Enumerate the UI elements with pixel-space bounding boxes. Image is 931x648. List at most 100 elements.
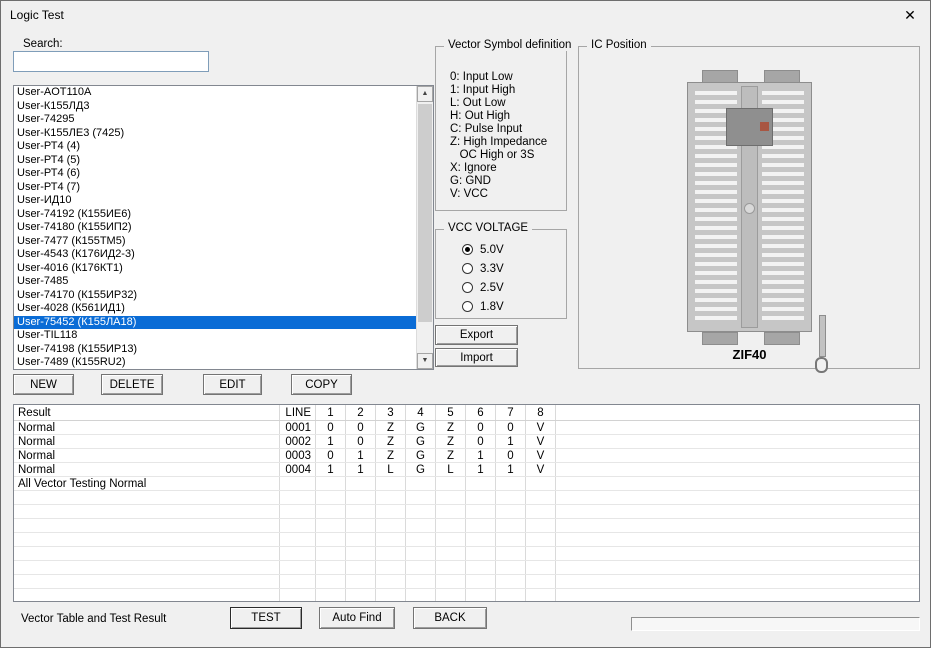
- table-cell: [526, 491, 556, 504]
- device-list-item[interactable]: User-7477 (К155ТМ5): [14, 235, 416, 249]
- table-cell: 0: [316, 421, 346, 434]
- table-cell: Z: [436, 449, 466, 462]
- list-scrollbar[interactable]: ▲ ▼: [416, 86, 433, 369]
- device-list-item[interactable]: User-74180 (К155ИП2): [14, 221, 416, 235]
- radio-icon: [462, 263, 473, 274]
- device-list-item[interactable]: User-К155ЛД3: [14, 100, 416, 114]
- table-cell: [280, 589, 316, 602]
- device-list-item[interactable]: User-AOT110A: [14, 86, 416, 100]
- table-cell: [316, 547, 346, 560]
- test-button[interactable]: TEST: [230, 607, 302, 629]
- device-list: User-AOT110AUser-К155ЛД3User-74295User-К…: [14, 86, 416, 369]
- table-row[interactable]: [14, 547, 919, 561]
- import-button[interactable]: Import: [435, 348, 518, 367]
- table-cell-filler: [556, 589, 919, 602]
- vector-symbol-line: V: VCC: [450, 188, 547, 201]
- table-row[interactable]: [14, 589, 919, 602]
- search-label: Search:: [23, 38, 63, 50]
- vcc-option-label: 3.3V: [480, 263, 504, 275]
- device-list-item[interactable]: User-74170 (К155ИР32): [14, 289, 416, 303]
- table-cell: [526, 533, 556, 546]
- device-list-item[interactable]: User-4016 (К176КТ1): [14, 262, 416, 276]
- device-list-item[interactable]: User-РТ4 (5): [14, 154, 416, 168]
- table-cell: 0: [466, 435, 496, 448]
- device-list-item[interactable]: User-4028 (К561ИД1): [14, 302, 416, 316]
- vcc-option-5.0V[interactable]: 5.0V: [462, 240, 504, 259]
- edit-button[interactable]: EDIT: [203, 374, 262, 395]
- window-title: Logic Test: [10, 8, 64, 22]
- table-cell: [466, 505, 496, 518]
- table-cell: G: [406, 421, 436, 434]
- table-header-cell: 1: [316, 405, 346, 420]
- table-row[interactable]: [14, 561, 919, 575]
- table-cell: Z: [376, 449, 406, 462]
- device-list-item[interactable]: User-РТ4 (4): [14, 140, 416, 154]
- table-cell: [526, 589, 556, 602]
- zif-lever-ring-icon: [815, 357, 828, 373]
- table-row[interactable]: Normal000210ZGZ01V: [14, 435, 919, 449]
- device-list-item[interactable]: User-7485: [14, 275, 416, 289]
- table-header-cell: Result: [14, 405, 280, 420]
- vcc-option-1.8V[interactable]: 1.8V: [462, 297, 504, 316]
- table-row[interactable]: [14, 519, 919, 533]
- table-cell: [436, 575, 466, 588]
- table-header-cell: 6: [466, 405, 496, 420]
- scroll-down-icon[interactable]: ▼: [417, 353, 433, 369]
- table-row[interactable]: [14, 491, 919, 505]
- table-cell-filler: [556, 449, 919, 462]
- device-list-item[interactable]: User-74295: [14, 113, 416, 127]
- device-list-item[interactable]: User-4543 (К176ИД2-3): [14, 248, 416, 262]
- zif-tab-bottom-right: [764, 332, 800, 345]
- vector-symbol-line: Z: High Impedance: [450, 136, 547, 149]
- vcc-option-3.3V[interactable]: 3.3V: [462, 259, 504, 278]
- table-cell: [436, 491, 466, 504]
- table-cell: [436, 589, 466, 602]
- table-cell: G: [406, 463, 436, 476]
- zif-tab-bottom-left: [702, 332, 738, 345]
- device-list-item[interactable]: User-TIL118: [14, 329, 416, 343]
- device-list-item[interactable]: User-7489 (К155RU2): [14, 356, 416, 369]
- device-list-item[interactable]: User-РТ4 (7): [14, 181, 416, 195]
- export-button[interactable]: Export: [435, 325, 518, 345]
- device-listbox[interactable]: User-AOT110AUser-К155ЛД3User-74295User-К…: [13, 85, 434, 370]
- table-cell-filler: [556, 477, 919, 490]
- search-input[interactable]: [13, 51, 209, 72]
- table-cell: 1: [496, 463, 526, 476]
- radio-icon: [462, 301, 473, 312]
- close-icon[interactable]: ✕: [896, 5, 924, 25]
- scroll-up-icon[interactable]: ▲: [417, 86, 433, 102]
- auto-find-button[interactable]: Auto Find: [319, 607, 395, 629]
- device-list-item[interactable]: User-75452 (К155ЛА18): [14, 316, 416, 330]
- vector-symbol-line: X: Ignore: [450, 162, 547, 175]
- table-cell: 1: [316, 463, 346, 476]
- device-list-item[interactable]: User-РТ4 (6): [14, 167, 416, 181]
- table-header-row: ResultLINE12345678: [14, 405, 919, 421]
- device-list-item[interactable]: User-ИД10: [14, 194, 416, 208]
- table-row[interactable]: Normal000301ZGZ10V: [14, 449, 919, 463]
- table-row[interactable]: [14, 505, 919, 519]
- device-list-item[interactable]: User-74192 (К155ИЕ6): [14, 208, 416, 222]
- table-cell: All Vector Testing Normal: [14, 477, 280, 490]
- device-list-item[interactable]: User-74198 (К155ИР13): [14, 343, 416, 357]
- copy-button[interactable]: COPY: [291, 374, 352, 395]
- table-row[interactable]: Normal000411LGL11V: [14, 463, 919, 477]
- table-header-cell: LINE: [280, 405, 316, 420]
- back-button[interactable]: BACK: [413, 607, 487, 629]
- table-cell: [466, 575, 496, 588]
- table-cell: [280, 477, 316, 490]
- table-row[interactable]: All Vector Testing Normal: [14, 477, 919, 491]
- vcc-option-2.5V[interactable]: 2.5V: [462, 278, 504, 297]
- table-cell: [316, 505, 346, 518]
- table-cell: L: [376, 463, 406, 476]
- device-list-item[interactable]: User-К155ЛЕ3 (7425): [14, 127, 416, 141]
- new-button[interactable]: NEW: [13, 374, 74, 395]
- table-cell: 1: [466, 463, 496, 476]
- table-cell: 0: [346, 421, 376, 434]
- table-row[interactable]: [14, 533, 919, 547]
- table-row[interactable]: [14, 575, 919, 589]
- table-row[interactable]: Normal000100ZGZ00V: [14, 421, 919, 435]
- scroll-thumb[interactable]: [418, 104, 432, 322]
- table-cell: [496, 547, 526, 560]
- table-cell: [376, 547, 406, 560]
- delete-button[interactable]: DELETE: [101, 374, 163, 395]
